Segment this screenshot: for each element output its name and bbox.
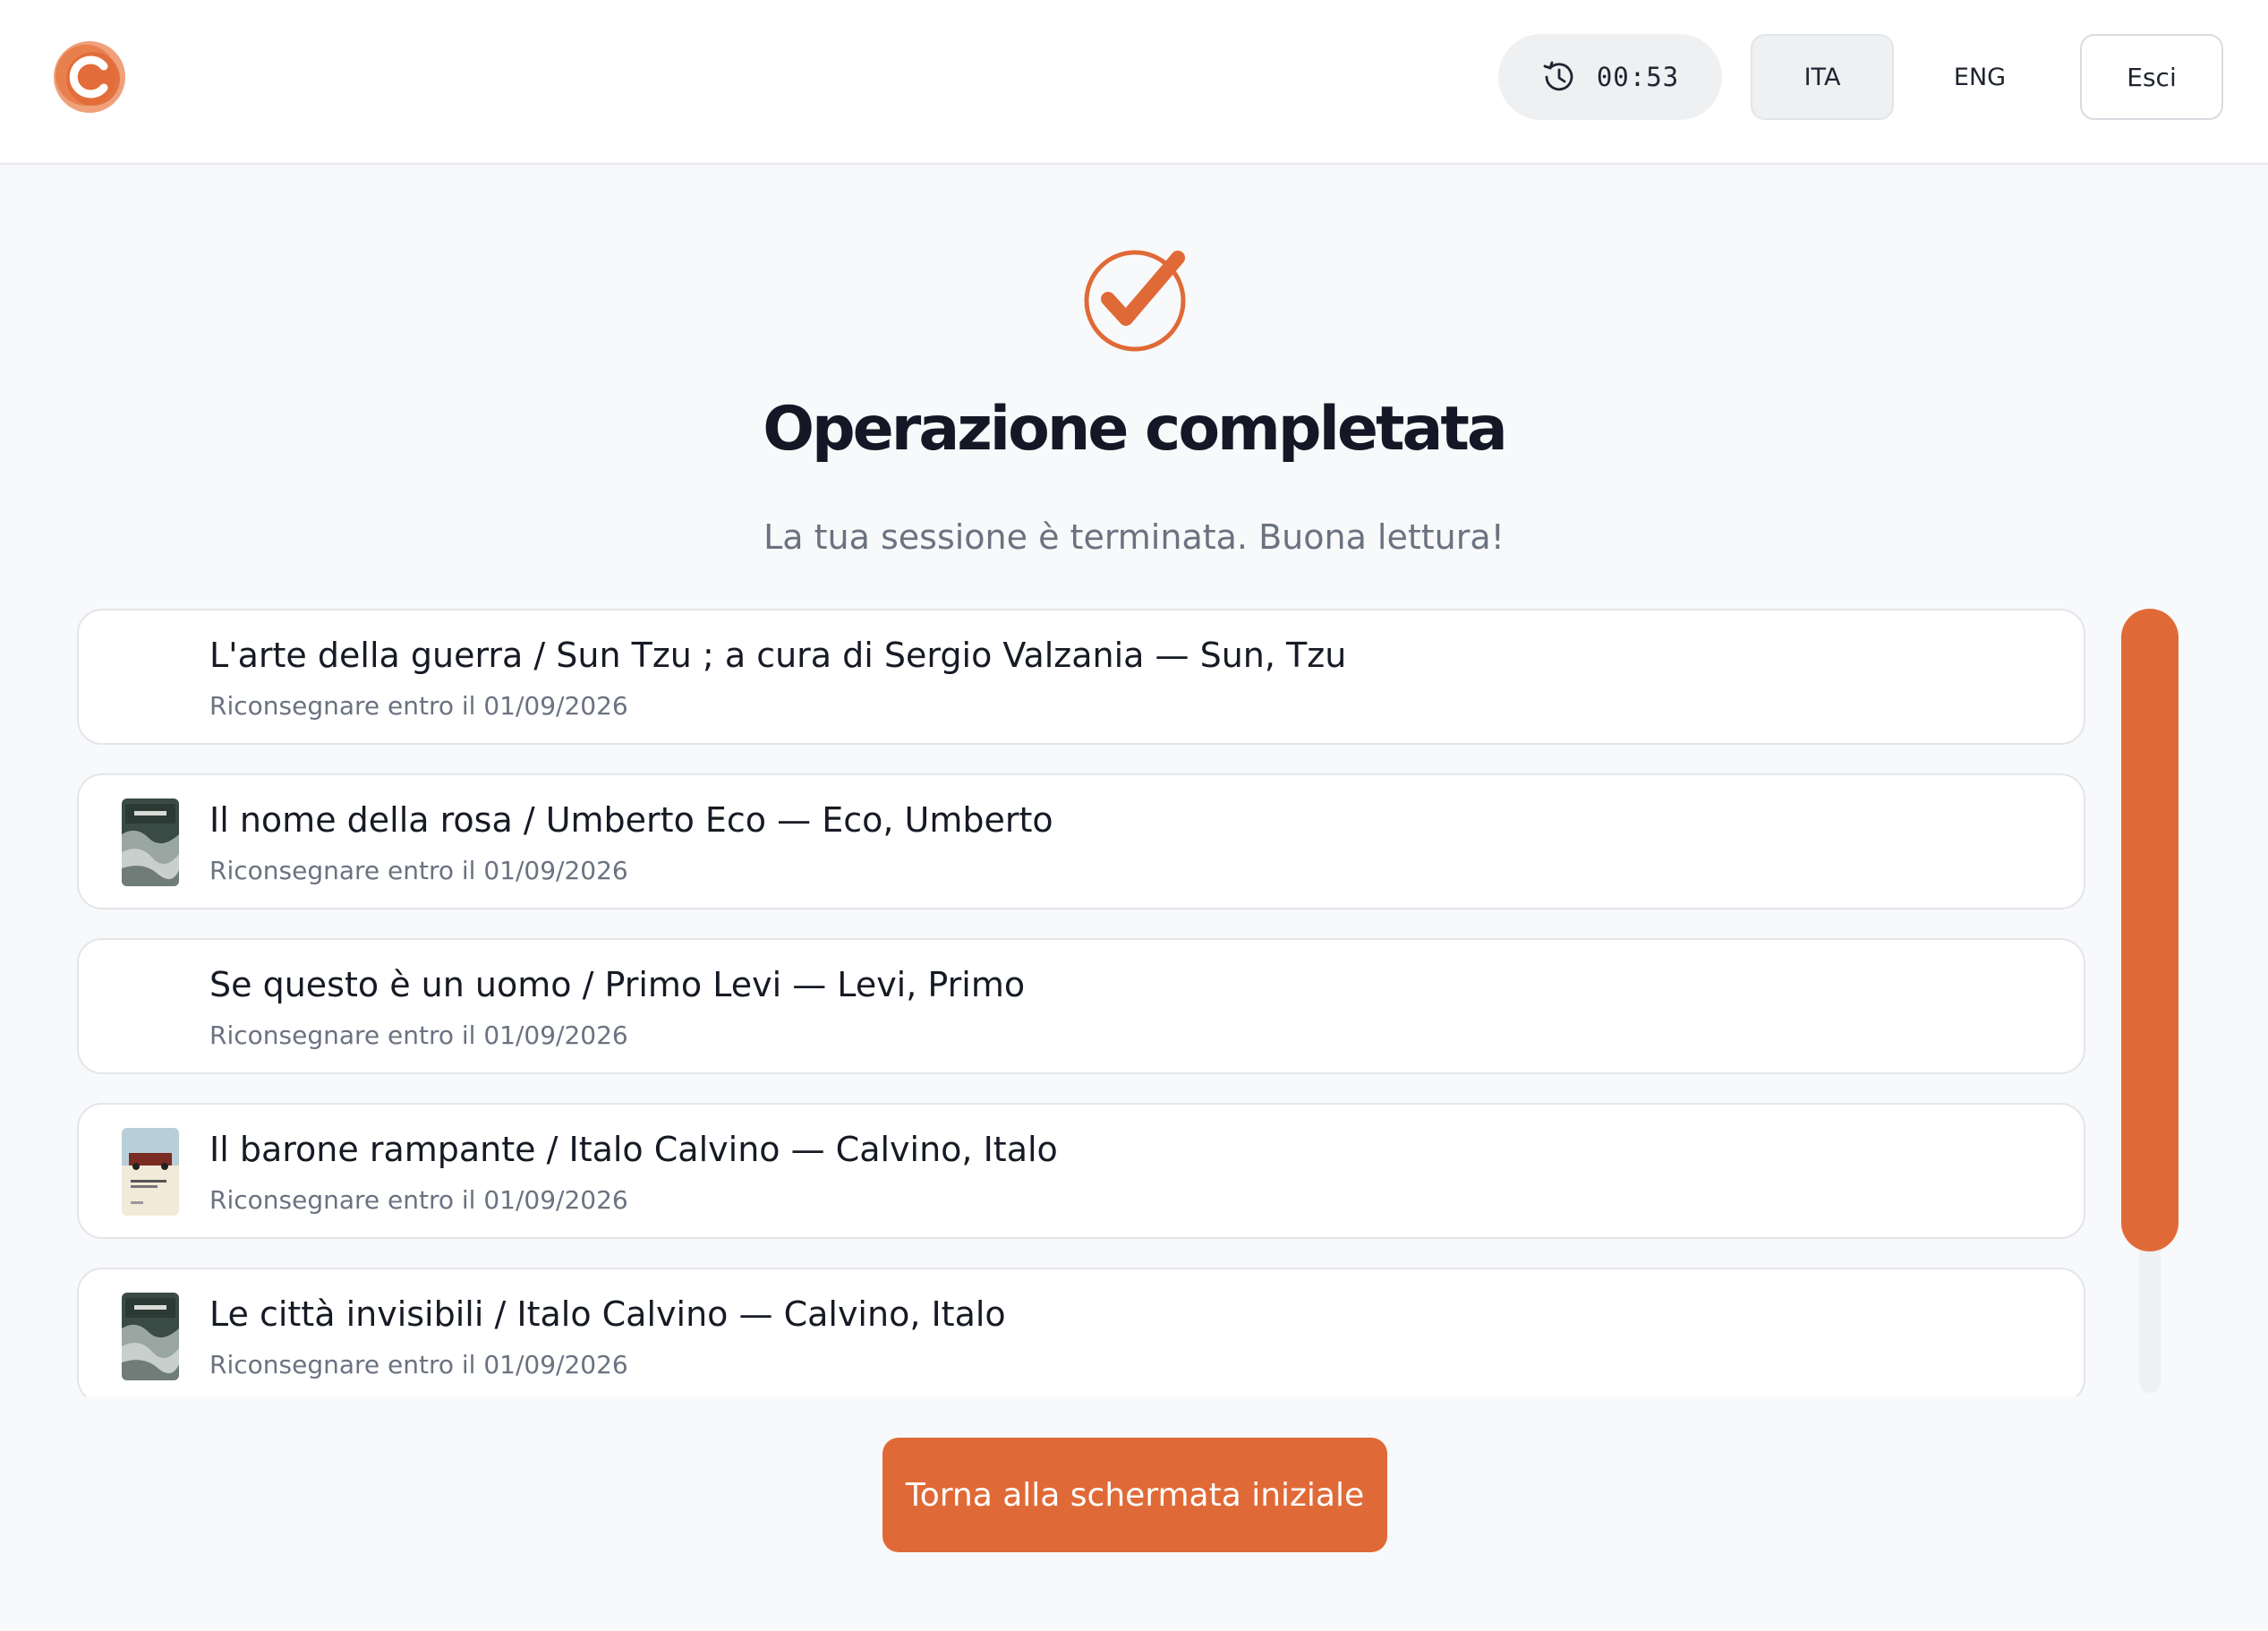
- session-timer: 00:53: [1498, 34, 1722, 120]
- loan-item: Le città invisibili / Italo Calvino — Ca…: [77, 1268, 2085, 1396]
- loan-due-date: Riconsegnare entro il 01/09/2026: [209, 1185, 628, 1215]
- page-title: Operazione completata: [763, 394, 1508, 465]
- loan-due-date: Riconsegnare entro il 01/09/2026: [209, 1020, 628, 1050]
- loan-due-date: Riconsegnare entro il 01/09/2026: [209, 1350, 628, 1379]
- loan-due-date: Riconsegnare entro il 01/09/2026: [209, 856, 628, 885]
- loan-item: Il nome della rosa / Umberto Eco — Eco, …: [77, 773, 2085, 909]
- loan-title: Il nome della rosa / Umberto Eco — Eco, …: [209, 800, 1053, 840]
- loan-title: L'arte della guerra / Sun Tzu ; a cura d…: [209, 636, 1347, 675]
- language-eng-button[interactable]: ENG: [1908, 34, 2051, 120]
- loan-title: Se questo è un uomo / Primo Levi — Levi,…: [209, 965, 1026, 1004]
- loan-item: Il barone rampante / Italo Calvino — Cal…: [77, 1103, 2085, 1239]
- book-cover-thumbnail: [122, 1293, 179, 1380]
- loan-title: Le città invisibili / Italo Calvino — Ca…: [209, 1294, 1006, 1334]
- book-cover-thumbnail: [122, 1128, 179, 1216]
- loan-item: Se questo è un uomo / Primo Levi — Levi,…: [77, 938, 2085, 1074]
- exit-button[interactable]: Esci: [2080, 34, 2223, 120]
- check-circle-icon: [1084, 250, 1186, 352]
- loan-title: Il barone rampante / Italo Calvino — Cal…: [209, 1130, 1058, 1169]
- timer-value: 00:53: [1596, 62, 1680, 92]
- app-header: 00:53 ITA ENG Esci: [0, 0, 2268, 165]
- c-logo-icon[interactable]: [52, 39, 127, 115]
- scrollbar-thumb[interactable]: [2121, 609, 2178, 1251]
- book-cover-thumbnail: [122, 798, 179, 886]
- return-home-button[interactable]: Torna alla schermata iniziale: [882, 1438, 1387, 1552]
- loan-due-date: Riconsegnare entro il 01/09/2026: [209, 691, 628, 721]
- page-subtitle: La tua sessione è terminata. Buona lettu…: [763, 517, 1505, 557]
- language-ita-button[interactable]: ITA: [1751, 34, 1894, 120]
- loan-item: L'arte della guerra / Sun Tzu ; a cura d…: [77, 609, 2085, 745]
- clock-history-icon: [1543, 61, 1573, 91]
- loan-list[interactable]: L'arte della guerra / Sun Tzu ; a cura d…: [75, 607, 2094, 1396]
